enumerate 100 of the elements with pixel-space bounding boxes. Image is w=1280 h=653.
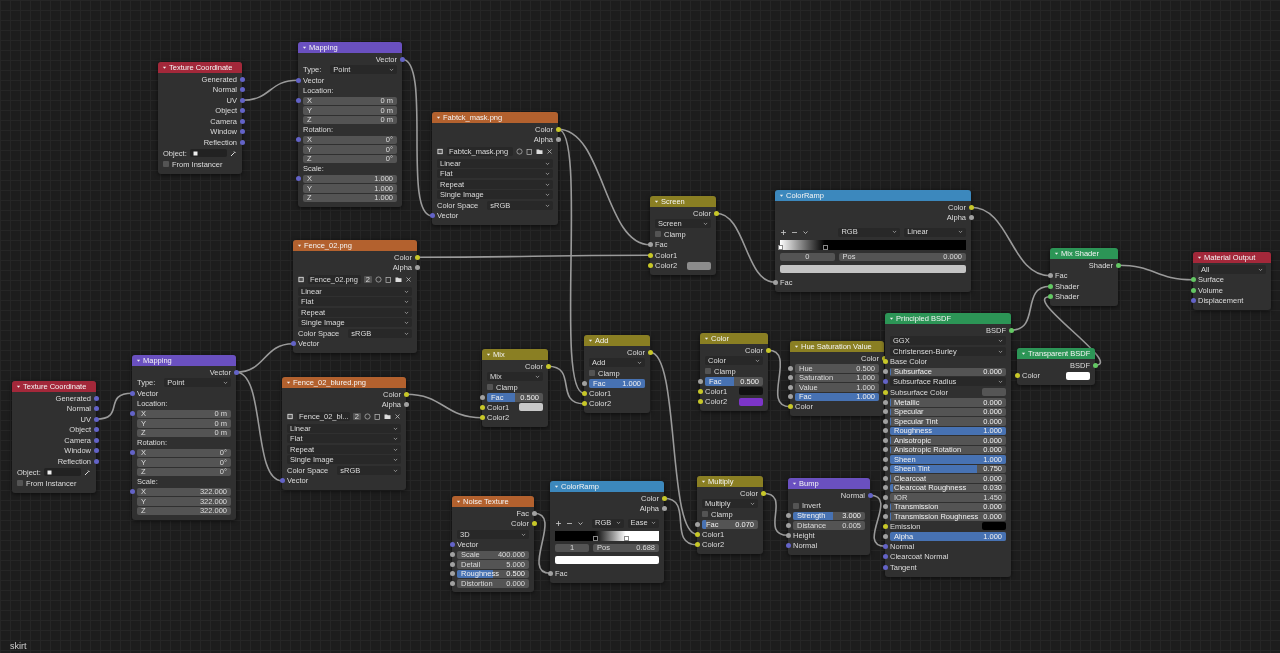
socket-dot[interactable] [295,176,301,182]
caret-icon[interactable] [1197,255,1202,260]
socket-dot[interactable] [233,369,239,375]
caret-icon[interactable] [162,65,167,70]
image-icon[interactable] [437,148,444,155]
socket-dot[interactable] [647,263,653,269]
socket-dot[interactable] [882,564,888,570]
folder-icon[interactable] [384,413,391,420]
socket-dot[interactable] [239,139,245,145]
caret-icon[interactable] [779,193,784,198]
socket-dot[interactable] [1190,277,1196,283]
socket-dot[interactable] [1092,362,1098,368]
socket-dot[interactable] [295,137,301,143]
socket-dot[interactable] [882,456,888,462]
socket-dot[interactable] [93,437,99,443]
socket-dot[interactable] [882,466,888,472]
socket-dot[interactable] [882,389,888,395]
chevron-icon[interactable] [802,228,809,236]
folder-icon[interactable] [395,276,402,283]
socket-dot[interactable] [239,118,245,124]
socket-dot[interactable] [93,406,99,412]
socket-dot[interactable] [414,254,420,260]
caret-icon[interactable] [654,199,659,204]
caret-icon[interactable] [456,499,461,504]
chevron-icon[interactable] [577,519,584,527]
socket-dot[interactable] [239,76,245,82]
caret-icon[interactable] [704,336,709,341]
socket-dot[interactable] [581,380,587,386]
socket-dot[interactable] [403,391,409,397]
color-swatch[interactable] [739,387,763,396]
caret-icon[interactable] [436,115,441,120]
socket-dot[interactable] [882,513,888,519]
gradient-bar[interactable] [555,530,659,541]
socket-dot[interactable] [787,365,793,371]
socket-dot[interactable] [93,458,99,464]
color-swatch[interactable] [982,388,1006,397]
eyedropper-icon[interactable] [230,149,237,157]
checkbox[interactable] [487,384,493,391]
socket-dot[interactable] [787,375,793,381]
socket-dot[interactable] [239,97,245,103]
eyedropper-icon[interactable] [84,468,91,476]
socket-dot[interactable] [555,137,561,143]
socket-dot[interactable] [531,510,537,516]
socket-dot[interactable] [787,394,793,400]
plus-icon[interactable] [555,519,562,527]
socket-dot[interactable] [882,418,888,424]
socket-dot[interactable] [647,252,653,258]
socket-dot[interactable] [555,126,561,132]
socket-dot[interactable] [1008,327,1014,333]
socket-dot[interactable] [882,523,888,529]
socket-dot[interactable] [882,504,888,510]
socket-dot[interactable] [449,580,455,586]
socket-dot[interactable] [694,542,700,548]
stop-marker[interactable] [822,244,828,250]
socket-dot[interactable] [449,542,455,548]
socket-dot[interactable] [882,399,888,405]
socket-dot[interactable] [647,349,653,355]
checkbox[interactable] [655,231,661,238]
color-swatch[interactable] [739,397,763,406]
socket-dot[interactable] [290,341,296,347]
socket-dot[interactable] [772,279,778,285]
socket-dot[interactable] [429,213,435,219]
node-panel[interactable] [885,313,1011,577]
socket-dot[interactable] [882,533,888,539]
caret-icon[interactable] [302,45,307,50]
socket-dot[interactable] [647,242,653,248]
socket-dot[interactable] [785,522,791,528]
socket-dot[interactable] [694,521,700,527]
socket-dot[interactable] [129,411,135,417]
socket-dot[interactable] [93,427,99,433]
socket-dot[interactable] [1047,283,1053,289]
socket-dot[interactable] [661,495,667,501]
socket-dot[interactable] [239,108,245,114]
socket-dot[interactable] [403,402,409,408]
socket-dot[interactable] [1047,273,1053,279]
close-icon[interactable] [546,148,553,155]
stop-marker[interactable] [623,535,629,541]
checkbox[interactable] [705,368,711,375]
socket-dot[interactable] [581,401,587,407]
socket-dot[interactable] [968,215,974,221]
caret-icon[interactable] [554,484,559,489]
socket-dot[interactable] [882,409,888,415]
socket-dot[interactable] [129,390,135,396]
socket-dot[interactable] [882,494,888,500]
caret-icon[interactable] [588,338,593,343]
socket-dot[interactable] [581,390,587,396]
stop-marker[interactable] [592,535,598,541]
close-icon[interactable] [394,413,401,420]
socket-dot[interactable] [93,448,99,454]
socket-dot[interactable] [765,347,771,353]
socket-dot[interactable] [449,561,455,567]
socket-dot[interactable] [1014,373,1020,379]
checkbox[interactable] [793,502,799,509]
socket-dot[interactable] [785,543,791,549]
socket-dot[interactable] [279,478,285,484]
plus-icon[interactable] [780,228,787,236]
object-field[interactable] [43,468,81,477]
socket-dot[interactable] [1115,262,1121,268]
socket-dot[interactable] [882,428,888,434]
socket-dot[interactable] [882,485,888,491]
